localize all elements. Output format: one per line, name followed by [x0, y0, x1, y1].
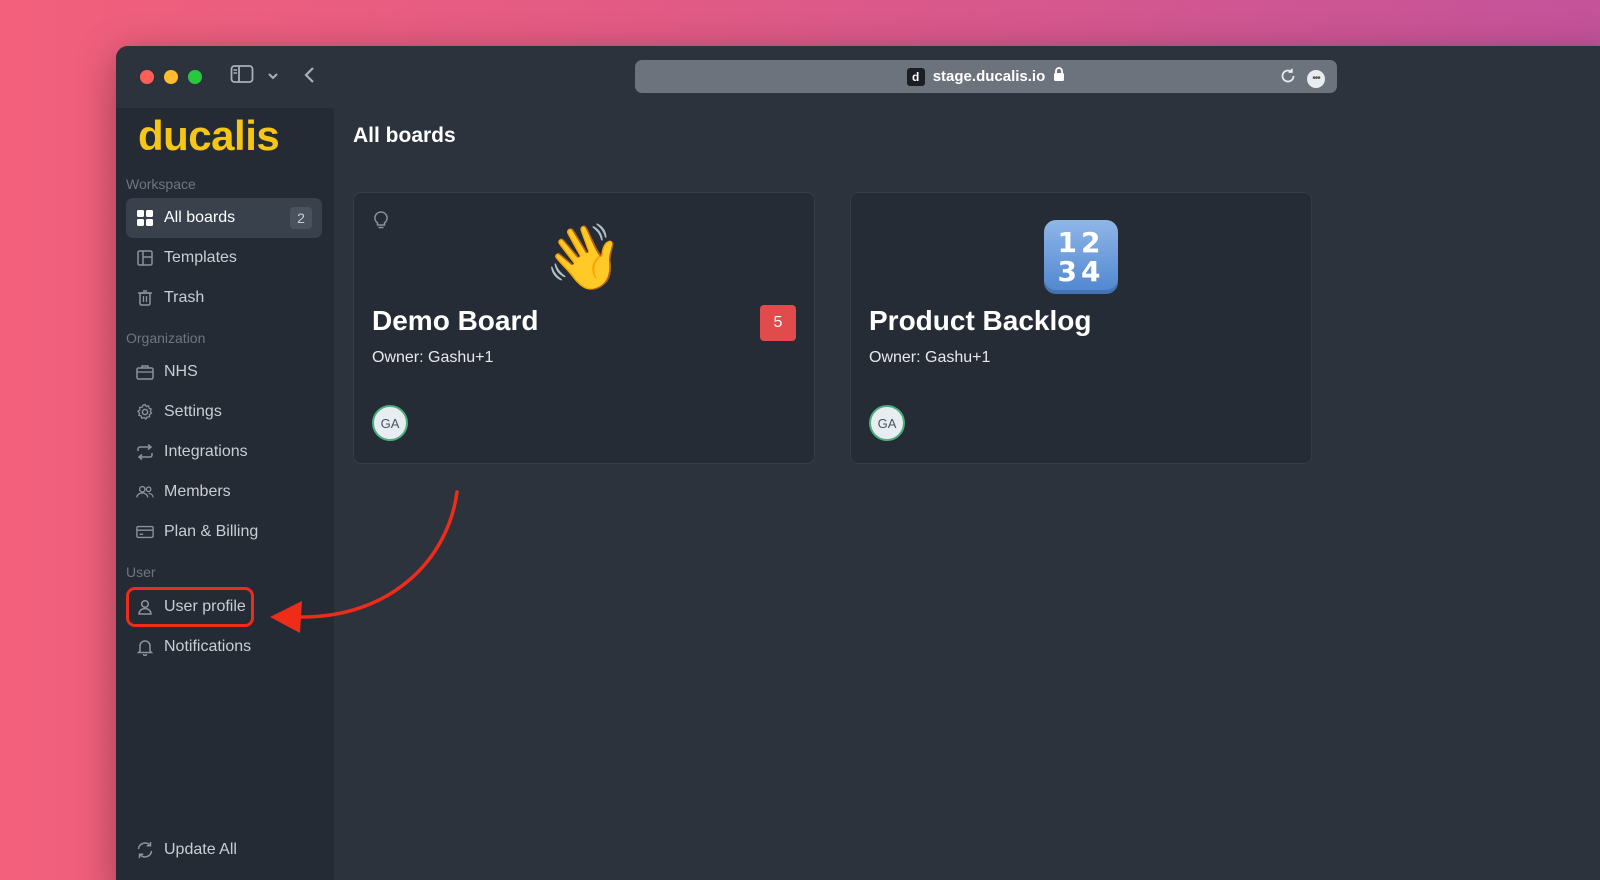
sidebar-item-integrations[interactable]: Integrations	[126, 432, 322, 472]
gear-icon	[136, 403, 154, 421]
keycap-icon: 12 34	[1044, 220, 1118, 294]
board-title[interactable]: Product Backlog	[869, 305, 1091, 337]
reload-icon[interactable]	[1279, 67, 1297, 90]
board-card-demo[interactable]: 👋 Demo Board 5 Owner: Gashu+1 GA	[353, 192, 815, 464]
section-label-workspace: Workspace	[126, 176, 196, 192]
waving-hand-emoji: 👋	[544, 220, 624, 295]
sidebar-item-members[interactable]: Members	[126, 472, 322, 512]
board-card-product-backlog[interactable]: 12 34 Product Backlog Owner: Gashu+1 GA	[850, 192, 1312, 464]
url-text: stage.ducalis.io	[932, 68, 1046, 85]
maximize-window-button[interactable]	[188, 70, 202, 84]
count-badge: 2	[290, 207, 312, 229]
bell-icon	[136, 638, 154, 656]
sidebar-toggle-icon[interactable]	[230, 64, 254, 89]
board-title[interactable]: Demo Board	[372, 305, 538, 337]
browser-titlebar: d stage.ducalis.io •••	[116, 46, 1600, 108]
sidebar-item-plan-billing[interactable]: Plan & Billing	[126, 512, 322, 552]
briefcase-icon	[136, 363, 154, 381]
close-window-button[interactable]	[140, 70, 154, 84]
sidebar-item-label: All boards	[164, 209, 236, 226]
sidebar-item-label: Members	[164, 483, 231, 500]
sidebar-item-update-all[interactable]: Update All	[126, 830, 322, 870]
refresh-icon	[136, 841, 154, 859]
credit-card-icon	[136, 523, 154, 541]
numbers-emoji: 12 34	[851, 217, 1311, 297]
section-label-user: User	[126, 564, 156, 580]
board-owner: Owner: Gashu+1	[869, 349, 991, 366]
sidebar-item-templates[interactable]: Templates	[126, 238, 322, 278]
users-icon	[136, 483, 154, 501]
page-title: All boards	[353, 124, 456, 147]
lock-icon	[1053, 67, 1065, 86]
main-content: All boards 👋 Demo Board 5 Owner: Gashu+1…	[334, 108, 1600, 880]
sidebar-item-notifications[interactable]: Notifications	[126, 627, 322, 667]
sidebar: ducalis Workspace All boards 2 Templates…	[116, 108, 334, 880]
minimize-window-button[interactable]	[164, 70, 178, 84]
trash-icon	[136, 289, 154, 307]
grid-icon	[136, 209, 154, 227]
back-arrow-icon[interactable]	[302, 65, 316, 90]
avatar[interactable]: GA	[372, 405, 408, 441]
sidebar-item-label: Settings	[164, 403, 222, 420]
sidebar-item-nhs[interactable]: NHS	[126, 352, 322, 392]
sidebar-item-label: Plan & Billing	[164, 523, 259, 540]
template-icon	[136, 249, 154, 267]
sidebar-item-all-boards[interactable]: All boards 2	[126, 198, 322, 238]
browser-window: d stage.ducalis.io ••• ducalis Workspace…	[116, 46, 1600, 880]
sidebar-item-label: NHS	[164, 363, 198, 380]
sidebar-item-label: Templates	[164, 249, 237, 266]
sidebar-item-label: Trash	[164, 289, 205, 306]
sidebar-item-settings[interactable]: Settings	[126, 392, 322, 432]
notification-count-badge: 5	[760, 305, 796, 341]
sidebar-item-label: Update All	[164, 841, 237, 858]
sidebar-item-trash[interactable]: Trash	[126, 278, 322, 318]
site-favicon: d	[906, 67, 925, 86]
address-bar[interactable]: d stage.ducalis.io •••	[635, 60, 1337, 93]
ducalis-logo[interactable]: ducalis	[138, 112, 280, 160]
more-options-icon[interactable]: •••	[1307, 69, 1325, 88]
sidebar-item-label: Notifications	[164, 638, 252, 655]
avatar[interactable]: GA	[869, 405, 905, 441]
chevron-down-icon[interactable]	[267, 68, 279, 86]
section-label-organization: Organization	[126, 330, 206, 346]
sync-icon	[136, 443, 154, 461]
annotation-highlight-box	[126, 587, 254, 627]
board-owner: Owner: Gashu+1	[372, 349, 494, 366]
sidebar-item-label: Integrations	[164, 443, 248, 460]
